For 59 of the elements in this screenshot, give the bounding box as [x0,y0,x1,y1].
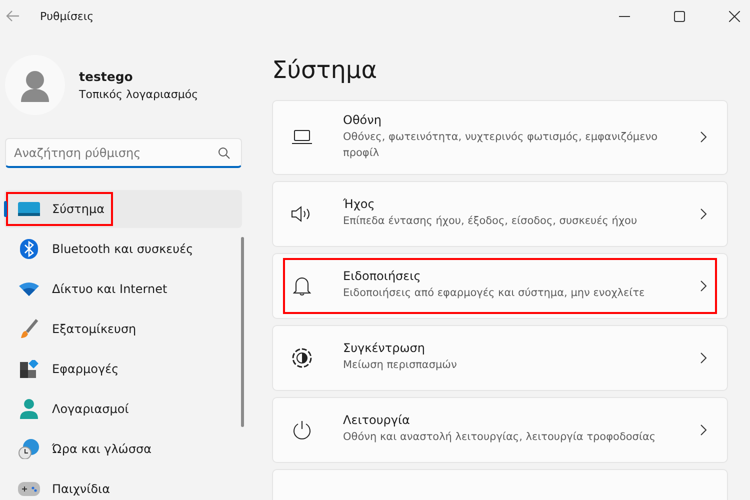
bluetooth-icon [18,239,40,259]
gamepad-icon [18,482,40,496]
sidebar-label: Ώρα και γλώσσα [52,442,152,456]
sidebar-item[interactable]: Παιχνίδια [4,470,242,500]
search-icon [218,147,230,159]
avatar-icon [5,55,65,115]
laptop-icon [292,130,312,144]
card-title: Λειτουργία [343,413,411,428]
search-field[interactable]: Αναζήτηση ρύθμισης [5,138,242,168]
sidebar-item[interactable]: Λογαριασμοί [4,390,242,428]
page-title: Σύστημα [272,56,378,84]
wifi-icon [18,282,40,296]
person-icon [18,399,40,419]
sidebar-label: Εφαρμογές [52,362,119,376]
chevron-right-icon [700,131,707,144]
card-description: Ειδοποιήσεις από εφαρμογές και σύστημα, μην ενοχλείτε [343,286,646,302]
bell-icon [293,276,311,296]
card-description: Μείωση περισπασμών [343,358,458,374]
maximize-icon[interactable] [674,10,685,22]
sidebar-label: Παιχνίδια [52,482,110,496]
power-icon [292,420,312,440]
sidebar-item[interactable]: Δίκτυο και Internet [4,270,242,308]
sidebar-label: Σύστημα [52,202,105,216]
sidebar-item[interactable]: Ώρα και γλώσσα [4,430,242,468]
user-name: testego [79,69,134,84]
chevron-right-icon [700,208,707,220]
sidebar-item[interactable]: Bluetooth και συσκευές [4,230,242,268]
card-title: Ήχος [343,197,376,212]
paintbrush-icon [18,319,40,339]
chevron-right-icon [700,352,707,364]
chevron-right-icon [700,280,707,292]
card-description: Επίπεδα έντασης ήχου, έξοδος, είσοδος, συσκευές ήχου [343,214,638,230]
card-title: Συγκέντρωση [343,341,426,356]
sidebar-item[interactable]: Σύστημα [4,190,242,228]
card-title: Οθόνη [343,113,382,127]
sidebar-label: Λογαριασμοί [52,402,129,416]
card-description: Οθόνη και αναστολή λειτουργίας, λειτουργία τροφοδοσίας [343,430,657,446]
settings-card[interactable]: Συγκέντρωση Μείωση περισπασμών [272,324,728,390]
account-type: Τοπικός λογαριασμός [79,88,198,101]
sidebar-label: Εξατομίκευση [52,322,136,336]
sidebar-item[interactable]: Εφαρμογές [4,350,242,388]
settings-card[interactable]: Οθόνη Οθόνες, φωτεινότητα, νυχτερινός φωτισμός, εμφανιζόμενο προφίλ [272,100,728,174]
chevron-right-icon [700,424,707,436]
settings-card[interactable]: Λειτουργία Οθόνη και αναστολή λειτουργίας, λειτουργία τροφοδοσίας [272,396,728,462]
monitor-icon [18,201,40,217]
settings-card[interactable]: Ειδοποιήσεις Ειδοποιήσεις από εφαρμογές και σύστημα, μην ενοχλείτε [272,252,728,318]
globe-clock-icon [18,439,40,459]
window-title: Ρυθμίσεις [40,10,94,22]
sidebar-label: Δίκτυο και Internet [52,282,168,296]
sidebar-item[interactable]: Εξατομίκευση [4,310,242,348]
apps-icon [18,360,40,378]
sidebar-label: Bluetooth και συσκευές [52,242,194,256]
settings-card[interactable]: Ήχος Επίπεδα έντασης ήχου, έξοδος, είσοδος, συσκευές ήχου [272,180,728,246]
back-arrow-icon[interactable] [6,10,20,22]
card-description: Οθόνες, φωτεινότητα, νυχτερινός φωτισμός, εμφανιζόμενο προφίλ [343,130,659,161]
selection-indicator [4,201,7,217]
focus-icon [292,348,312,368]
card-title: Ειδοποιήσεις [343,269,422,284]
close-icon[interactable] [729,10,740,22]
